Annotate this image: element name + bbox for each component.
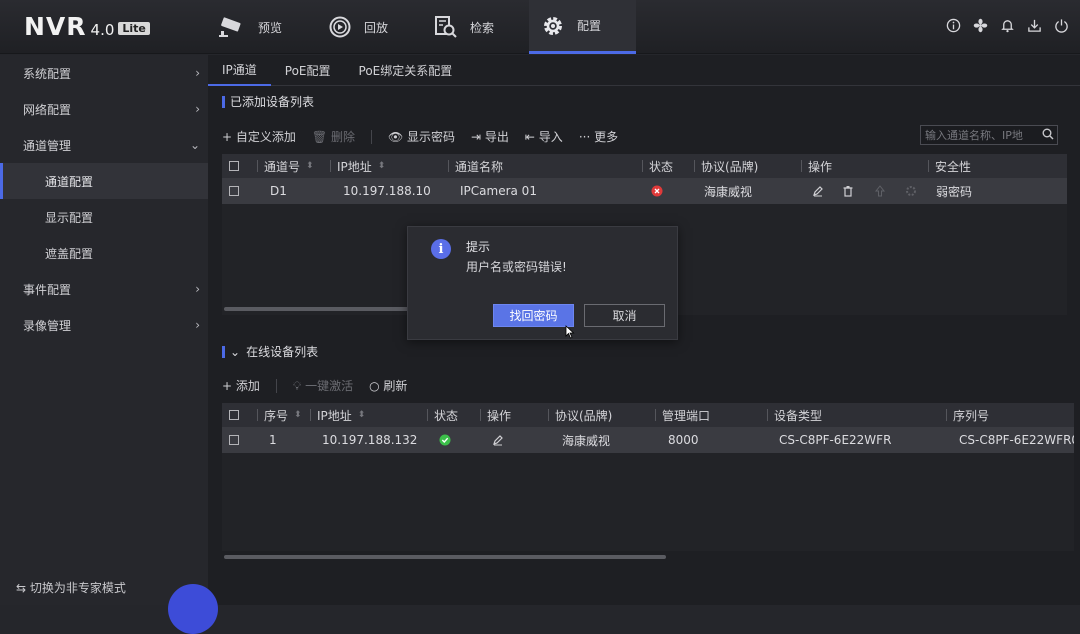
refresh-icon: ○	[369, 379, 384, 393]
sidebar-item-channel-mgmt[interactable]: 通道管理 ⌄	[0, 127, 208, 163]
tab-ip-channel[interactable]: IP通道	[208, 55, 271, 86]
power-icon[interactable]	[1053, 17, 1070, 34]
sidebar: 系统配置 › 网络配置 › 通道管理 ⌄ 通道配置 显示配置 遮盖配置 事件配置 › 录…	[0, 55, 208, 605]
table-header: 序号 ⬍ IP地址 ⬍ 状态 操作 协议(品牌) 管理端口 设备类型 序列号	[222, 403, 1074, 427]
info-icon: i	[431, 239, 451, 259]
table-empty-area	[222, 453, 1074, 551]
sidebar-item-record-mgmt[interactable]: 录像管理 ›	[0, 307, 208, 343]
info-icon[interactable]	[945, 17, 962, 34]
bulb-icon: 💡︎	[292, 379, 306, 393]
dialog-title: 提示	[466, 240, 491, 254]
online-devices-table: 序号 ⬍ IP地址 ⬍ 状态 操作 协议(品牌) 管理端口 设备类型 序列号 1 1…	[222, 403, 1074, 551]
error-dialog: i 提示 用户名或密码错误! 找回密码 取消	[407, 226, 678, 340]
cancel-button[interactable]: 取消	[584, 304, 665, 327]
trash-icon[interactable]	[842, 178, 854, 204]
more-icon: ···	[578, 130, 595, 144]
delete-button[interactable]: 🗑︎ 删除	[312, 128, 355, 145]
chevron-down-icon: ⌄	[189, 138, 200, 152]
search-icon[interactable]	[1042, 128, 1054, 143]
chevron-down-icon: ⌄	[230, 344, 241, 359]
chevron-right-icon: ›	[195, 318, 200, 332]
show-password-button[interactable]: 👁︎ 显示密码	[388, 128, 455, 145]
online-devices-heading[interactable]: ⌄ 在线设备列表	[222, 343, 318, 360]
refresh-button[interactable]: ○ 刷新	[369, 377, 407, 394]
floating-assistive-button[interactable]	[168, 584, 218, 634]
tab-poe-binding[interactable]: PoE绑定关系配置	[345, 55, 467, 86]
added-devices-heading: 已添加设备列表	[222, 93, 314, 110]
sidebar-item-network[interactable]: 网络配置 ›	[0, 91, 208, 127]
playback-icon	[328, 15, 352, 39]
retrieve-password-button[interactable]: 找回密码	[493, 304, 574, 327]
switch-icon: ⇆	[16, 581, 30, 595]
one-key-activate-button[interactable]: 💡︎ 一键激活	[293, 377, 353, 394]
chevron-right-icon: ›	[195, 282, 200, 296]
tab-poe-config[interactable]: PoE配置	[271, 55, 345, 86]
edit-icon[interactable]	[492, 427, 504, 453]
search-document-icon	[434, 15, 458, 39]
table-row[interactable]: 1 10.197.188.132 海康威视 8000 CS-C8PF-6E22W…	[222, 427, 1074, 453]
fan-icon[interactable]	[972, 17, 989, 34]
dialog-message: 用户名或密码错误!	[466, 260, 567, 274]
export-button[interactable]: ⇥ 导出	[471, 128, 509, 145]
select-all-checkbox[interactable]	[229, 410, 239, 420]
sidebar-item-mask-config[interactable]: 遮盖配置	[0, 235, 208, 271]
nvr-logo: NVR 4.0 Lite	[24, 12, 150, 41]
sidebar-item-display-config[interactable]: 显示配置	[0, 199, 208, 235]
download-icon[interactable]	[1026, 17, 1043, 34]
ok-status-icon	[439, 427, 451, 453]
nav-preview[interactable]: 预览	[218, 0, 318, 54]
upgrade-icon[interactable]	[874, 178, 886, 204]
nav-config[interactable]: 配置	[529, 0, 636, 54]
custom-add-button[interactable]: + 自定义添加	[222, 128, 296, 145]
nav-search[interactable]: 检索	[434, 0, 530, 54]
channel-search-input[interactable]: 输入通道名称、IP地	[920, 125, 1058, 145]
horizontal-scrollbar[interactable]	[224, 307, 420, 311]
added-toolbar: + 自定义添加 🗑︎ 删除 👁︎ 显示密码 ⇥ 导出 ⇤ 导入 ··· 更多	[222, 128, 618, 145]
camera-icon	[218, 16, 246, 38]
nav-playback[interactable]: 回放	[328, 0, 428, 54]
more-button[interactable]: ··· 更多	[579, 128, 618, 145]
chevron-right-icon: ›	[195, 66, 200, 80]
table-header: 通道号 ⬍ IP地址 ⬍ 通道名称 状态 协议(品牌) 操作 安全性	[222, 154, 1067, 178]
trash-icon: 🗑︎	[311, 130, 331, 144]
expert-mode-toggle[interactable]: ⇆ 切换为非专家模式	[16, 579, 126, 596]
error-status-icon	[651, 178, 663, 204]
mouse-cursor-icon	[565, 325, 575, 342]
top-right-icons	[945, 17, 1070, 34]
online-toolbar: + 添加 💡︎ 一键激活 ○ 刷新	[222, 377, 407, 394]
top-bar: NVR 4.0 Lite 预览 回放 检索 配置	[0, 0, 1080, 54]
import-button[interactable]: ⇤ 导入	[525, 128, 563, 145]
import-icon: ⇤	[524, 130, 539, 144]
sidebar-item-event-config[interactable]: 事件配置 ›	[0, 271, 208, 307]
export-icon: ⇥	[471, 130, 485, 144]
settings-icon[interactable]	[905, 178, 917, 204]
bell-icon[interactable]	[999, 17, 1016, 34]
row-checkbox[interactable]	[229, 186, 239, 196]
add-button[interactable]: + 添加	[222, 377, 260, 394]
table-row[interactable]: D1 10.197.188.10 IPCamera 01 海康威视 弱密码	[222, 178, 1067, 204]
subtab-bar: IP通道 PoE配置 PoE绑定关系配置	[208, 55, 1080, 86]
chevron-right-icon: ›	[195, 102, 200, 116]
eye-icon: 👁︎	[387, 130, 408, 144]
horizontal-scrollbar[interactable]	[224, 555, 666, 559]
row-checkbox[interactable]	[229, 435, 239, 445]
sidebar-item-system[interactable]: 系统配置 ›	[0, 55, 208, 91]
sidebar-item-channel-config[interactable]: 通道配置	[0, 163, 208, 199]
select-all-checkbox[interactable]	[229, 161, 239, 171]
edit-icon[interactable]	[812, 178, 824, 204]
gear-icon	[541, 14, 565, 38]
